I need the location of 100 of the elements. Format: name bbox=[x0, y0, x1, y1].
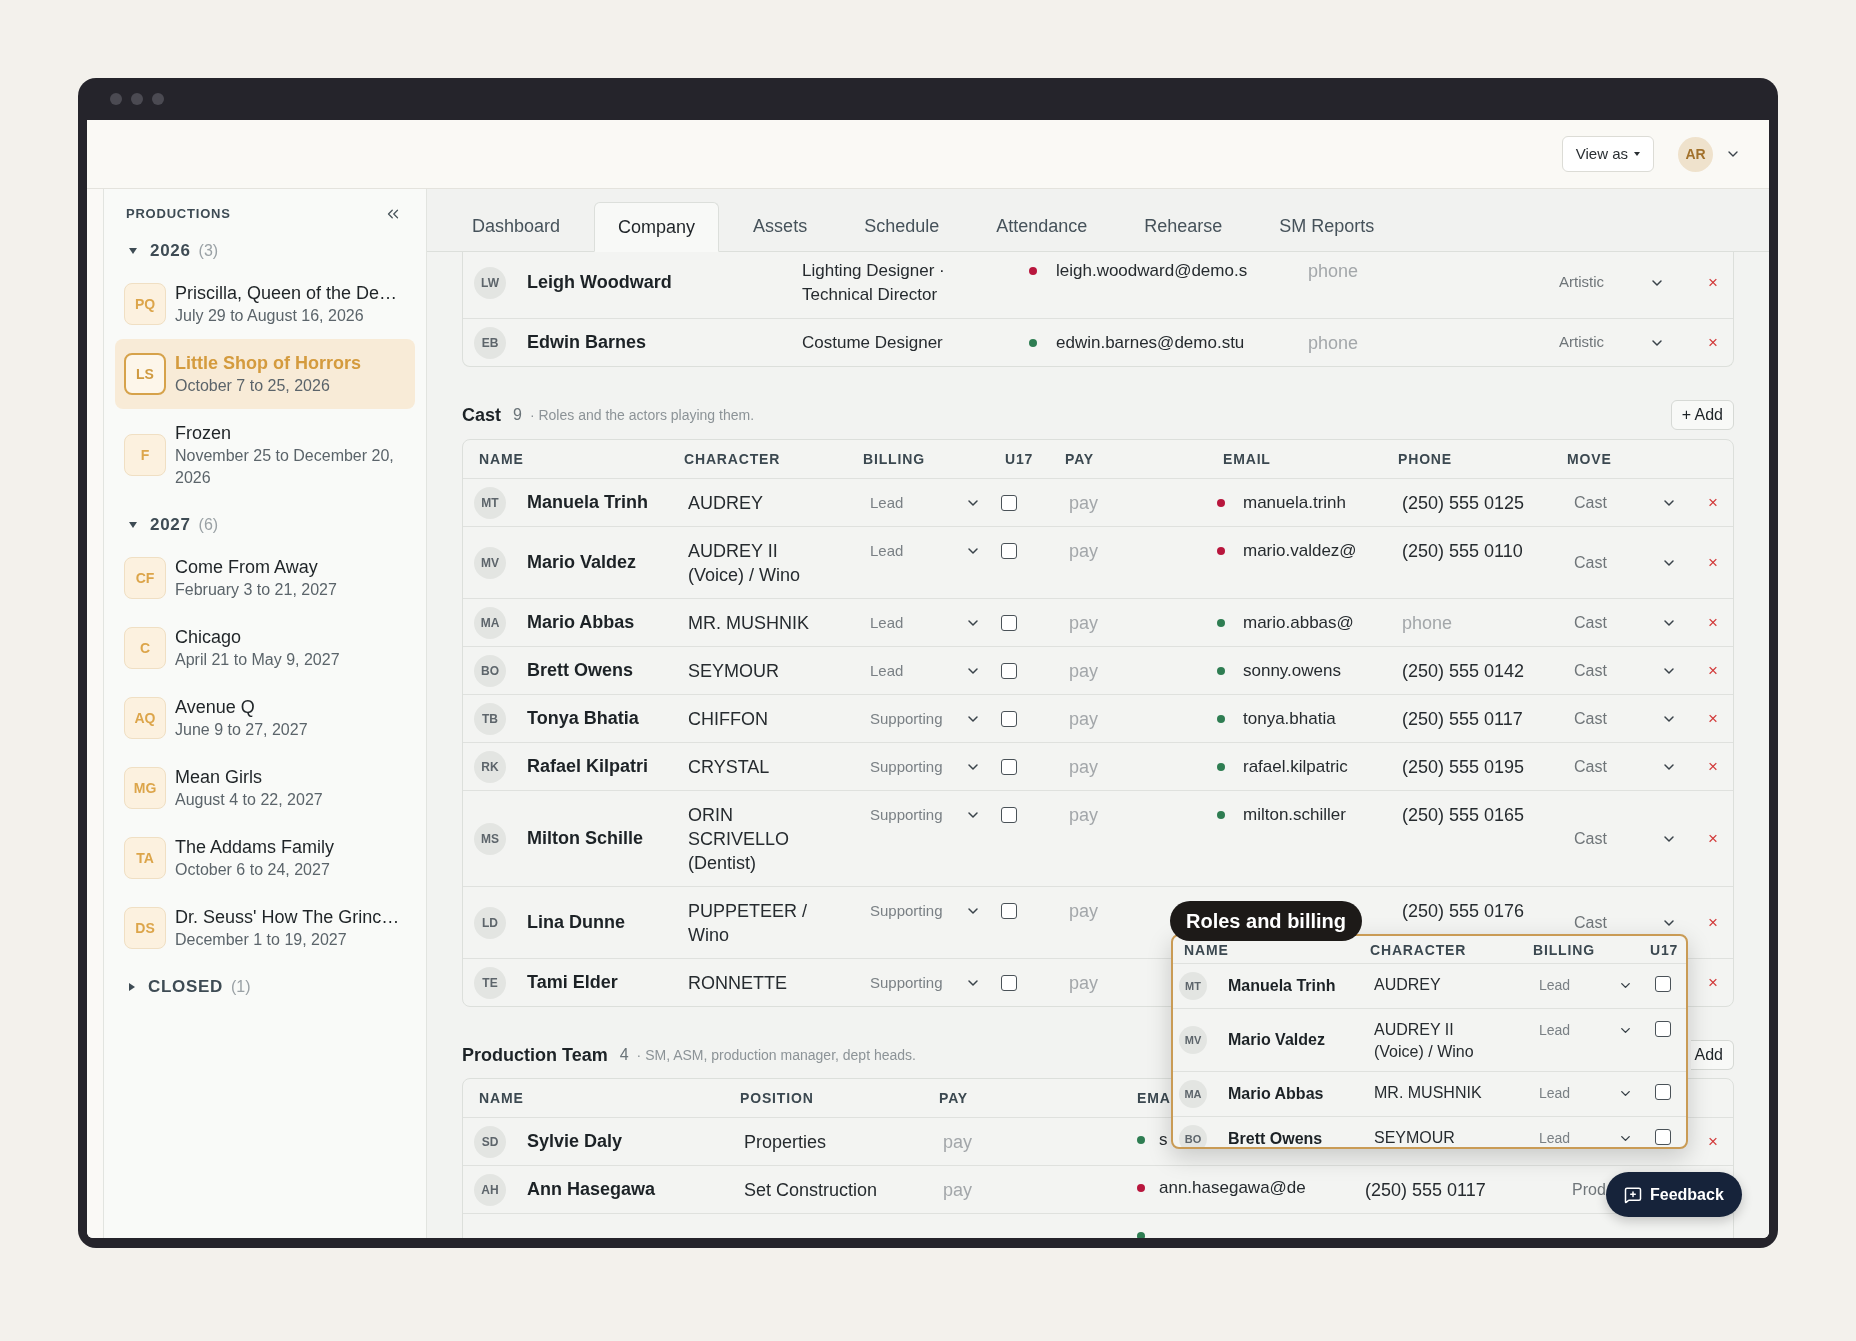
production-item[interactable]: AQ Avenue Q June 9 to 27, 2027 bbox=[115, 683, 415, 753]
feedback-button[interactable]: Feedback bbox=[1606, 1172, 1742, 1217]
u17-checkbox[interactable] bbox=[1655, 1084, 1671, 1100]
remove-button[interactable]: × bbox=[1706, 708, 1720, 729]
move-dropdown[interactable]: Cast bbox=[1574, 660, 1677, 681]
billing-dropdown[interactable]: Lead bbox=[870, 611, 981, 635]
u17-checkbox[interactable] bbox=[1001, 663, 1017, 679]
tab[interactable]: Company bbox=[594, 202, 720, 252]
pay-field[interactable]: pay bbox=[1069, 539, 1157, 563]
u17-checkbox[interactable] bbox=[1001, 711, 1017, 727]
email-field[interactable]: sonny.owens bbox=[1243, 659, 1393, 683]
billing-dropdown[interactable]: Lead bbox=[870, 659, 981, 683]
pay-field[interactable]: pay bbox=[1069, 611, 1157, 635]
email-field[interactable]: leigh.woodward@demo.s bbox=[1056, 259, 1256, 283]
pay-field[interactable]: pay bbox=[1069, 803, 1157, 827]
tab[interactable]: SM Reports bbox=[1256, 201, 1398, 251]
department-dropdown[interactable]: Artistic bbox=[1559, 330, 1665, 355]
u17-checkbox[interactable] bbox=[1655, 1021, 1671, 1037]
pay-field[interactable]: pay bbox=[1069, 899, 1157, 923]
email-field[interactable]: ann.hasegawa@de bbox=[1159, 1176, 1312, 1200]
pay-field[interactable]: pay bbox=[1069, 659, 1157, 683]
tab[interactable]: Dashboard bbox=[449, 201, 584, 251]
email-field[interactable]: edwin.barnes@demo.stu bbox=[1056, 331, 1256, 355]
production-item[interactable]: CF Come From Away February 3 to 21, 2027 bbox=[115, 543, 415, 613]
phone-field[interactable]: phone bbox=[1308, 331, 1488, 355]
phone-field[interactable]: (250) 555 0117 bbox=[1402, 707, 1552, 731]
remove-button[interactable]: × bbox=[1706, 660, 1720, 681]
billing-dropdown[interactable]: Supporting bbox=[870, 707, 981, 731]
u17-checkbox[interactable] bbox=[1001, 759, 1017, 775]
phone-field[interactable]: (250) 555 0110 bbox=[1402, 539, 1552, 563]
add-button[interactable]: + Add bbox=[1670, 400, 1734, 430]
phone-field[interactable]: (250) 555 0125 bbox=[1402, 491, 1552, 515]
caret-down-icon[interactable] bbox=[129, 248, 137, 254]
remove-button[interactable]: × bbox=[1706, 756, 1720, 777]
move-dropdown[interactable]: Cast bbox=[1574, 708, 1677, 729]
move-dropdown[interactable]: Cast bbox=[1574, 912, 1677, 933]
department-dropdown[interactable]: Artistic bbox=[1559, 270, 1665, 295]
billing-dropdown[interactable]: Lead bbox=[1539, 1019, 1633, 1041]
tab[interactable]: Schedule bbox=[841, 201, 963, 251]
move-dropdown[interactable]: Cast bbox=[1574, 828, 1677, 849]
phone-field[interactable]: phone bbox=[1308, 259, 1488, 283]
phone-field[interactable]: (250) 555 0176 bbox=[1402, 899, 1552, 923]
production-item[interactable]: MG Mean Girls August 4 to 22, 2027 bbox=[115, 753, 415, 823]
production-item[interactable]: F Frozen November 25 to December 20, 2026 bbox=[115, 409, 415, 501]
email-field[interactable]: rafael.kilpatric bbox=[1243, 755, 1393, 779]
billing-dropdown[interactable]: Supporting bbox=[870, 971, 981, 995]
pay-field[interactable]: pay bbox=[1069, 755, 1157, 779]
email-field[interactable]: mario.valdez@ bbox=[1243, 539, 1393, 563]
phone-field[interactable]: phone bbox=[1402, 611, 1552, 635]
add-button[interactable]: Add bbox=[1690, 1040, 1734, 1070]
remove-button[interactable]: × bbox=[1706, 332, 1720, 353]
billing-dropdown[interactable]: Lead bbox=[1539, 974, 1633, 996]
u17-checkbox[interactable] bbox=[1001, 615, 1017, 631]
u17-checkbox[interactable] bbox=[1001, 543, 1017, 559]
phone-field[interactable]: (250) 555 0117 bbox=[1365, 1178, 1515, 1202]
move-dropdown[interactable]: Cast bbox=[1574, 552, 1677, 573]
email-field[interactable]: tonya.bhatia bbox=[1243, 707, 1393, 731]
phone-field[interactable]: (250) 555 0165 bbox=[1402, 803, 1552, 827]
pay-field[interactable]: pay bbox=[1069, 491, 1157, 515]
email-field[interactable]: s bbox=[1159, 1128, 1170, 1152]
tab[interactable]: Rehearse bbox=[1121, 201, 1246, 251]
remove-button[interactable]: × bbox=[1706, 612, 1720, 633]
u17-checkbox[interactable] bbox=[1001, 975, 1017, 991]
email-field[interactable]: manuela.trinh bbox=[1243, 491, 1393, 515]
pay-field[interactable]: pay bbox=[943, 1178, 1033, 1202]
production-item[interactable]: LS Little Shop of Horrors October 7 to 25, 2026 bbox=[115, 339, 415, 409]
u17-checkbox[interactable] bbox=[1001, 495, 1017, 511]
remove-button[interactable]: × bbox=[1706, 272, 1720, 293]
pay-field[interactable]: pay bbox=[1069, 707, 1157, 731]
remove-button[interactable]: × bbox=[1706, 1131, 1720, 1152]
u17-checkbox[interactable] bbox=[1655, 976, 1671, 992]
remove-button[interactable]: × bbox=[1706, 828, 1720, 849]
billing-dropdown[interactable]: Lead bbox=[870, 539, 981, 563]
billing-dropdown[interactable]: Supporting bbox=[870, 899, 981, 923]
u17-checkbox[interactable] bbox=[1001, 807, 1017, 823]
move-dropdown[interactable]: Prod bbox=[1572, 1179, 1606, 1200]
caret-down-icon[interactable] bbox=[129, 522, 137, 528]
production-item[interactable]: TA The Addams Family October 6 to 24, 2027 bbox=[115, 823, 415, 893]
remove-button[interactable]: × bbox=[1706, 552, 1720, 573]
phone-field[interactable]: (250) 555 0142 bbox=[1402, 659, 1552, 683]
pay-field[interactable]: pay bbox=[943, 1130, 1033, 1154]
email-field[interactable]: mario.abbas@ bbox=[1243, 611, 1393, 635]
phone-field[interactable]: (250) 555 0195 bbox=[1402, 755, 1552, 779]
u17-checkbox[interactable] bbox=[1001, 903, 1017, 919]
billing-dropdown[interactable]: Lead bbox=[1539, 1082, 1633, 1104]
billing-dropdown[interactable]: Supporting bbox=[870, 755, 981, 779]
email-field[interactable]: milton.schiller bbox=[1243, 803, 1393, 827]
remove-button[interactable]: × bbox=[1706, 912, 1720, 933]
billing-dropdown[interactable]: Lead bbox=[870, 491, 981, 515]
view-as-button[interactable]: View as bbox=[1561, 136, 1654, 172]
remove-button[interactable]: × bbox=[1706, 972, 1720, 993]
remove-button[interactable]: × bbox=[1706, 492, 1720, 513]
production-item[interactable]: C Chicago April 21 to May 9, 2027 bbox=[115, 613, 415, 683]
billing-dropdown[interactable]: Supporting bbox=[870, 803, 981, 827]
billing-dropdown[interactable]: Lead bbox=[1539, 1127, 1633, 1147]
tab[interactable]: Attendance bbox=[973, 201, 1111, 251]
move-dropdown[interactable]: Cast bbox=[1574, 612, 1677, 633]
move-dropdown[interactable]: Cast bbox=[1574, 756, 1677, 777]
caret-right-icon[interactable] bbox=[129, 983, 135, 991]
pay-field[interactable]: pay bbox=[1069, 971, 1157, 995]
